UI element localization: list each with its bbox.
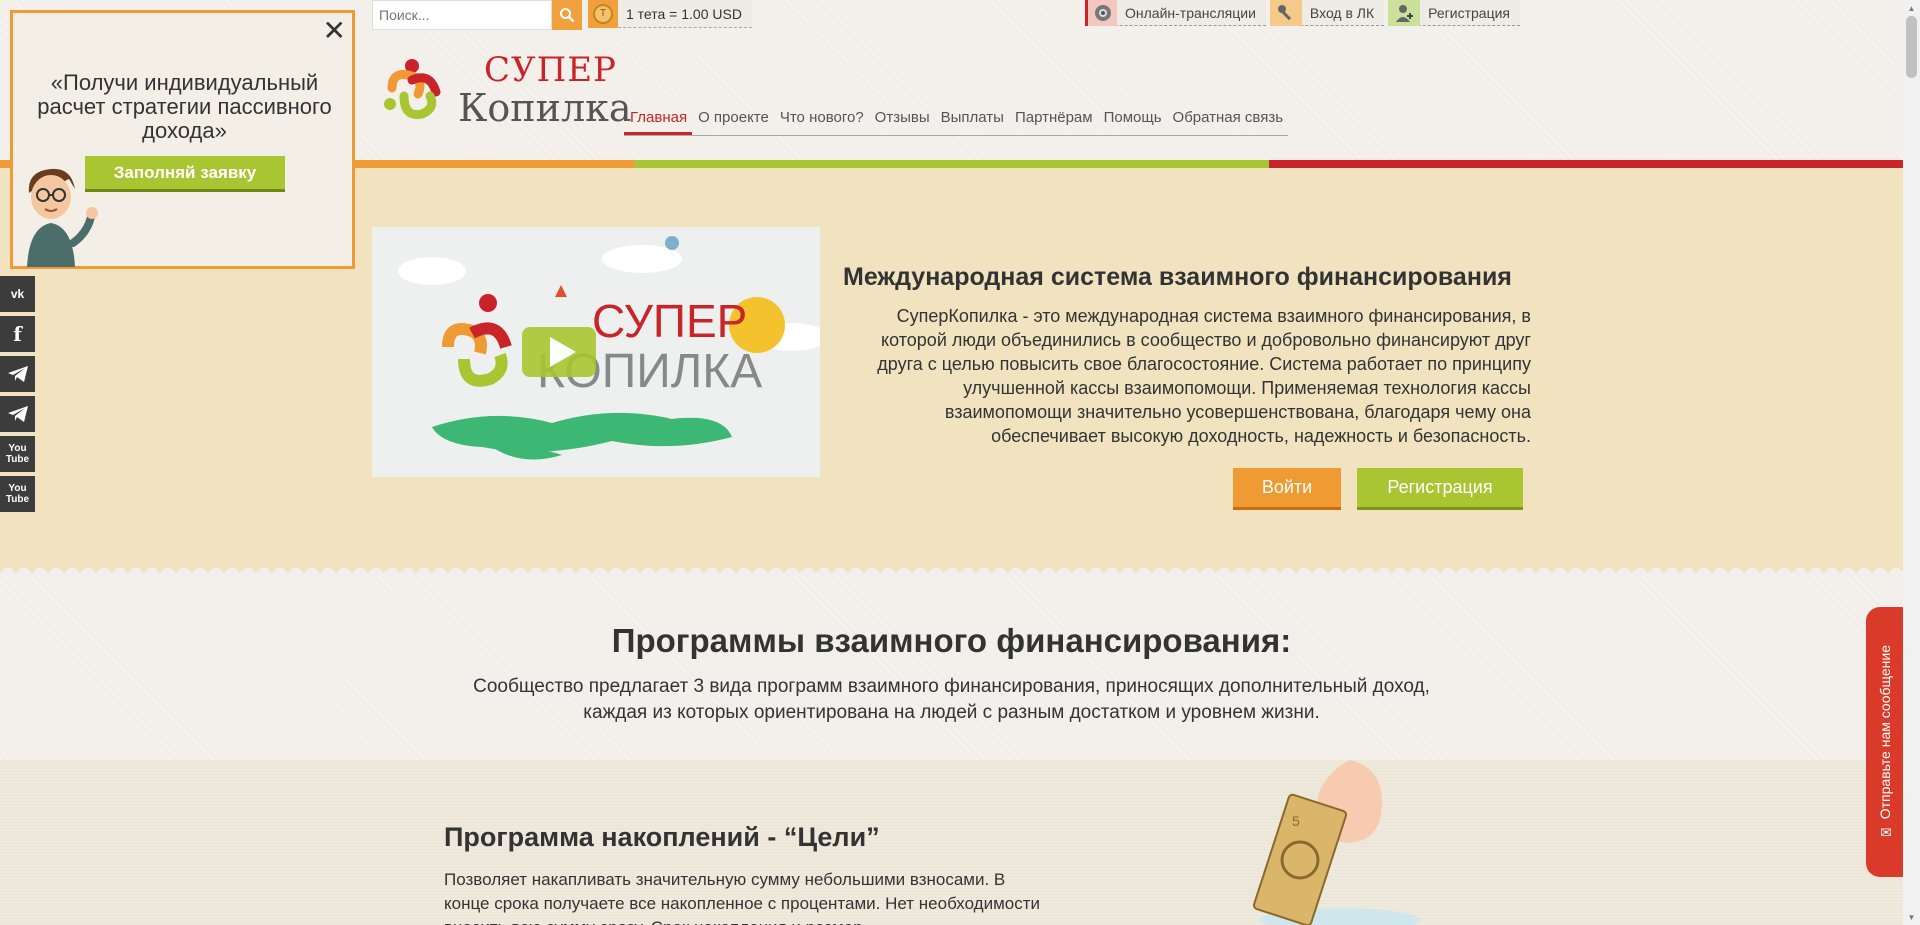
scroll-down-icon[interactable]: ▼ [1903,909,1920,925]
hand-money-illustration: 5 [1252,760,1420,925]
link-label: Онлайн-трансляции [1125,4,1256,21]
logo-text-super: СУПЕР [484,50,617,90]
logo-mark-icon [384,59,441,120]
nav-item-help[interactable]: Помощь [1098,106,1167,135]
scroll-up-icon[interactable]: ▲ [1903,0,1920,16]
savings-description: Позволяет накапливать значительную сумму… [444,870,1040,925]
link-label: Вход в ЛК [1309,4,1375,21]
search-icon [560,8,575,23]
hero-title: Международная система взаимного финансир… [843,263,1512,291]
user-add-icon [1388,0,1421,26]
scrollbar-thumb[interactable] [1906,16,1917,78]
youtube-label-2: Tube [5,454,30,465]
savings-section: Программа накоплений - “Цели” Позволяет … [0,760,1903,925]
search-input[interactable] [372,0,552,30]
link-label: Регистрация [1428,4,1510,21]
send-message-tab[interactable]: ✉ Отправьте нам сообщение [1866,607,1903,877]
programs-text-line2: каждая из которых ориентирована на людей… [583,702,1320,723]
nav-item-payouts[interactable]: Выплаты [935,106,1009,135]
divider-red [1269,160,1903,168]
social-sidebar: vk f You Tube You Tube [0,276,35,516]
broadcast-icon [1085,0,1117,26]
savings-title: Программа накоплений - “Цели” [444,822,880,852]
video-logo-super: СУПЕР [592,295,747,347]
main-nav: Главная О проекте Что нового? Отзывы Вып… [624,106,1289,136]
rate-text: 1 тета = 1.00 USD [626,5,742,22]
youtube-label-1: You [8,483,27,494]
key-icon [1269,0,1302,26]
link-login-cabinet[interactable]: Вход в ЛК [1269,0,1385,26]
link-online-broadcasts[interactable]: Онлайн-трансляции [1085,0,1266,26]
nav-item-feedback[interactable]: Обратная связь [1167,106,1289,135]
youtube-label-1: You [8,443,27,454]
fill-request-button[interactable]: Заполняй заявку [85,156,285,192]
coin-icon: T [593,3,613,24]
search-button[interactable] [552,0,582,30]
nav-item-home[interactable]: Главная [624,106,693,135]
telegram-icon[interactable] [0,356,35,392]
programs-text-line1: Сообщество предлагает 3 вида программ вз… [473,676,1430,697]
character-illustration [27,168,98,267]
youtube-icon[interactable]: You Tube [0,476,35,512]
vk-icon[interactable]: vk [0,276,35,312]
link-register-top[interactable]: Регистрация [1388,0,1520,26]
strategy-popup: ✕ «Получи индивидуальный расчет стратеги… [10,10,355,269]
programs-description: Сообщество предлагает 3 вида программ вз… [0,674,1903,726]
nav-item-partners[interactable]: Партнёрам [1009,106,1098,135]
hero-description: СуперКопилка - это международная система… [877,306,1531,446]
nav-item-news[interactable]: Что нового? [774,106,869,135]
intro-video[interactable]: СУПЕР КОПИЛКА [372,227,820,477]
facebook-icon[interactable]: f [0,316,35,352]
send-message-label: ✉ Отправьте нам сообщение [1876,644,1893,840]
register-button[interactable]: Регистрация [1357,468,1523,510]
programs-title: Программы взаимного финансирования: [611,622,1292,659]
currency-rate: T 1 тета = 1.00 USD [588,0,752,28]
site-logo[interactable]: СУПЕР Копилка [382,50,632,130]
svg-text:5: 5 [1292,813,1300,829]
logo-text-kopilka: Копилка [458,86,632,130]
search-box [372,0,582,30]
popup-text: «Получи индивидуальный расчет стратегии … [37,70,332,143]
nav-item-reviews[interactable]: Отзывы [869,106,935,135]
video-thumbnail: СУПЕР КОПИЛКА [372,227,820,477]
divider-green [634,160,1269,168]
coin-icon-wrap: T [588,0,618,28]
youtube-icon[interactable]: You Tube [0,436,35,472]
page-scrollbar[interactable]: ▲ ▼ [1903,0,1920,925]
close-icon[interactable]: ✕ [323,17,346,45]
top-links: Онлайн-трансляции Вход в ЛК Регистрация [1085,0,1524,26]
telegram-icon[interactable] [0,396,35,432]
login-button[interactable]: Войти [1233,468,1341,510]
nav-item-about[interactable]: О проекте [692,106,774,135]
youtube-label-2: Tube [5,494,30,505]
